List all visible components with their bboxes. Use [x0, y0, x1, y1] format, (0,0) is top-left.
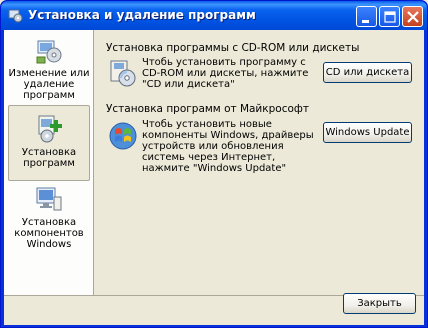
- cd-section-description: Чтобь установить программу с CD-ROM или …: [142, 57, 309, 90]
- client-area: Изменение или удаление программ Установк…: [4, 30, 424, 325]
- close-button[interactable]: Закрыть: [343, 293, 416, 314]
- change-remove-programs-icon: [36, 40, 62, 64]
- ms-section-heading: Установка программ от Майкрософт: [106, 103, 309, 115]
- cd-floppy-icon: [110, 60, 136, 87]
- maximize-icon: [384, 11, 396, 23]
- main-panel: Установка программы с CD-ROM или дискеты…: [94, 30, 424, 295]
- close-window-button[interactable]: [402, 6, 423, 27]
- sidebar-item-label: Установка программ: [21, 147, 77, 169]
- minimize-icon: [362, 20, 369, 23]
- windows-update-button[interactable]: Windows Update: [323, 122, 412, 143]
- windows-update-icon: [109, 122, 137, 150]
- title-bar[interactable]: Установка и удаление программ: [1, 1, 427, 30]
- cd-or-floppy-button[interactable]: CD или дискета: [323, 62, 412, 83]
- ms-section-description: Чтобь установить новые компоненты Window…: [142, 119, 314, 174]
- app-window: Установка и удаление программ Изменение …: [0, 0, 428, 328]
- add-remove-programs-icon: [8, 9, 23, 23]
- sidebar-item-add-programs[interactable]: Установка программ: [8, 105, 90, 181]
- close-icon: [407, 11, 419, 23]
- sidebar-item-label: Изменение или удаление программ: [8, 68, 90, 101]
- maximize-button[interactable]: [379, 6, 400, 27]
- add-programs-icon: [38, 115, 62, 143]
- minimize-button[interactable]: [356, 6, 377, 27]
- sidebar-item-windows-components[interactable]: Установка компонентов Windows: [8, 182, 90, 252]
- sidebar: Изменение или удаление программ Установк…: [4, 30, 94, 295]
- sidebar-item-label: Установка компонентов Windows: [14, 217, 84, 250]
- windows-components-icon: [36, 187, 62, 211]
- window-title: Установка и удаление программ: [28, 8, 256, 22]
- sidebar-item-change-remove[interactable]: Изменение или удаление программ: [8, 32, 90, 104]
- cd-section-heading: Установка программы с CD-ROM или дискеты: [106, 42, 360, 54]
